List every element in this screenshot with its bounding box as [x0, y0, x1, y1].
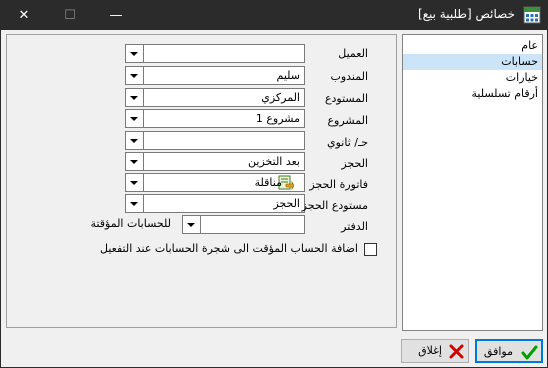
x-icon: [449, 344, 464, 359]
warehouse-field[interactable]: المركزي: [125, 88, 305, 107]
grid-app-icon: [523, 6, 541, 24]
nav-item-general[interactable]: عام: [521, 38, 538, 54]
add-temp-account-checkbox[interactable]: [364, 243, 377, 256]
close-label: إغلاق: [418, 344, 442, 357]
nav-item-accounts[interactable]: حسابات: [403, 54, 542, 70]
salesman-dropdown-button[interactable]: [126, 67, 144, 84]
title-bar: ✕ ☐ — خصائص [طلبية بيع]: [1, 1, 547, 30]
reservation-invoice-field[interactable]: مناقلة: [125, 173, 305, 192]
reservation-field[interactable]: بعد التخزين: [125, 152, 305, 171]
accounts-panel: العميل سليم المندوب المركزي المستودع مشر…: [6, 34, 397, 328]
reservation-warehouse-label: مستودع الحجز: [301, 199, 368, 212]
reservation-warehouse-value: الحجز: [273, 197, 300, 210]
ok-label: موافق: [483, 345, 513, 358]
reservation-label: الحجز: [341, 157, 368, 170]
close-button[interactable]: إغلاق: [401, 339, 469, 363]
salesman-value: سليم: [276, 69, 301, 82]
project-field[interactable]: مشروع 1: [125, 109, 305, 128]
chevron-down-icon: [130, 74, 138, 78]
nav-item-serial-numbers[interactable]: أرقام تسلسلية: [472, 86, 538, 102]
temporary-accounts-label: للحسابات المؤقتة: [90, 217, 171, 230]
maximize-window-button[interactable]: ☐: [47, 1, 93, 30]
warehouse-label: المستودع: [324, 92, 368, 105]
warehouse-value: المركزي: [261, 91, 300, 104]
salesman-label: المندوب: [330, 70, 368, 83]
ok-button[interactable]: موافق: [475, 339, 543, 363]
project-value: مشروع 1: [255, 112, 300, 125]
ledger-field[interactable]: [182, 215, 305, 234]
chevron-down-icon: [187, 223, 195, 227]
close-window-button[interactable]: ✕: [1, 1, 47, 30]
customer-dropdown-button[interactable]: [126, 45, 144, 62]
nav-item-options[interactable]: خيارات: [506, 70, 538, 86]
customer-field[interactable]: [125, 44, 305, 63]
sub-account-dropdown-button[interactable]: [126, 132, 144, 149]
ledger-label: الدفتر: [341, 220, 368, 233]
reservation-warehouse-dropdown-button[interactable]: [126, 195, 144, 212]
project-label: المشروع: [327, 114, 368, 127]
reservation-dropdown-button[interactable]: [126, 153, 144, 170]
add-temp-account-label: اضافة الحساب المؤقت الى شجرة الحسابات عن…: [100, 242, 358, 255]
reservation-invoice-label: فاتورة الحجز: [309, 178, 368, 191]
check-icon: [521, 345, 538, 360]
chevron-down-icon: [130, 160, 138, 164]
chevron-down-icon: [130, 181, 138, 185]
properties-dialog: ✕ ☐ — خصائص [طلبية بيع] العميل سليم المن…: [0, 0, 548, 368]
salesman-field[interactable]: سليم: [125, 66, 305, 85]
sub-account-field[interactable]: [125, 131, 305, 150]
reservation-invoice-value: مناقلة: [254, 176, 282, 189]
reservation-value: بعد التخزين: [248, 155, 300, 168]
reservation-invoice-dropdown-button[interactable]: [126, 174, 144, 191]
customer-label: العميل: [338, 47, 368, 60]
chevron-down-icon: [130, 202, 138, 206]
chevron-down-icon: [130, 52, 138, 56]
category-list: عام حسابات خيارات أرقام تسلسلية: [402, 34, 543, 331]
ledger-dropdown-button[interactable]: [183, 216, 201, 233]
window-title: خصائص [طلبية بيع]: [417, 7, 515, 21]
minimize-window-button[interactable]: —: [93, 1, 139, 30]
project-dropdown-button[interactable]: [126, 110, 144, 127]
chevron-down-icon: [130, 96, 138, 100]
warehouse-dropdown-button[interactable]: [126, 89, 144, 106]
chevron-down-icon: [130, 139, 138, 143]
sub-account-label: حـ/ ثانوي: [327, 136, 368, 149]
reservation-warehouse-field[interactable]: الحجز: [125, 194, 305, 213]
chevron-down-icon: [130, 117, 138, 121]
